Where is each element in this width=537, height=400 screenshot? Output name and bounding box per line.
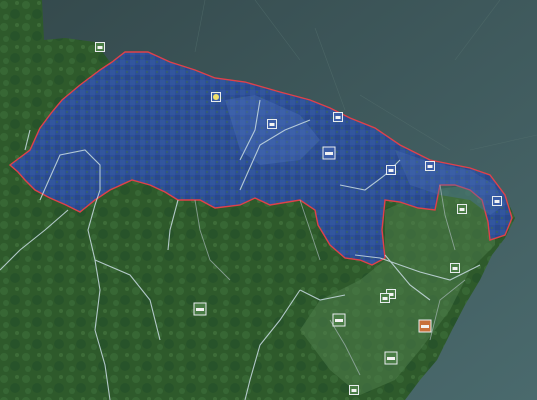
city-icon[interactable] [95,42,105,52]
capital-icon[interactable] [322,146,336,160]
building-icon[interactable] [267,119,277,129]
village-icon[interactable] [349,385,359,395]
village-icon[interactable] [450,263,460,273]
town-icon[interactable] [386,165,396,175]
factory-icon[interactable] [332,313,346,327]
fort-icon[interactable] [211,92,221,102]
strategy-map[interactable] [0,0,537,400]
town-icon[interactable] [425,161,435,171]
port-icon[interactable] [333,112,343,122]
town-icon[interactable] [457,204,467,214]
factory-icon[interactable] [384,351,398,365]
coastal-town-icon[interactable] [492,196,502,206]
village-icon[interactable] [380,293,390,303]
factory-icon[interactable] [193,302,207,316]
market-icon[interactable] [418,319,432,333]
